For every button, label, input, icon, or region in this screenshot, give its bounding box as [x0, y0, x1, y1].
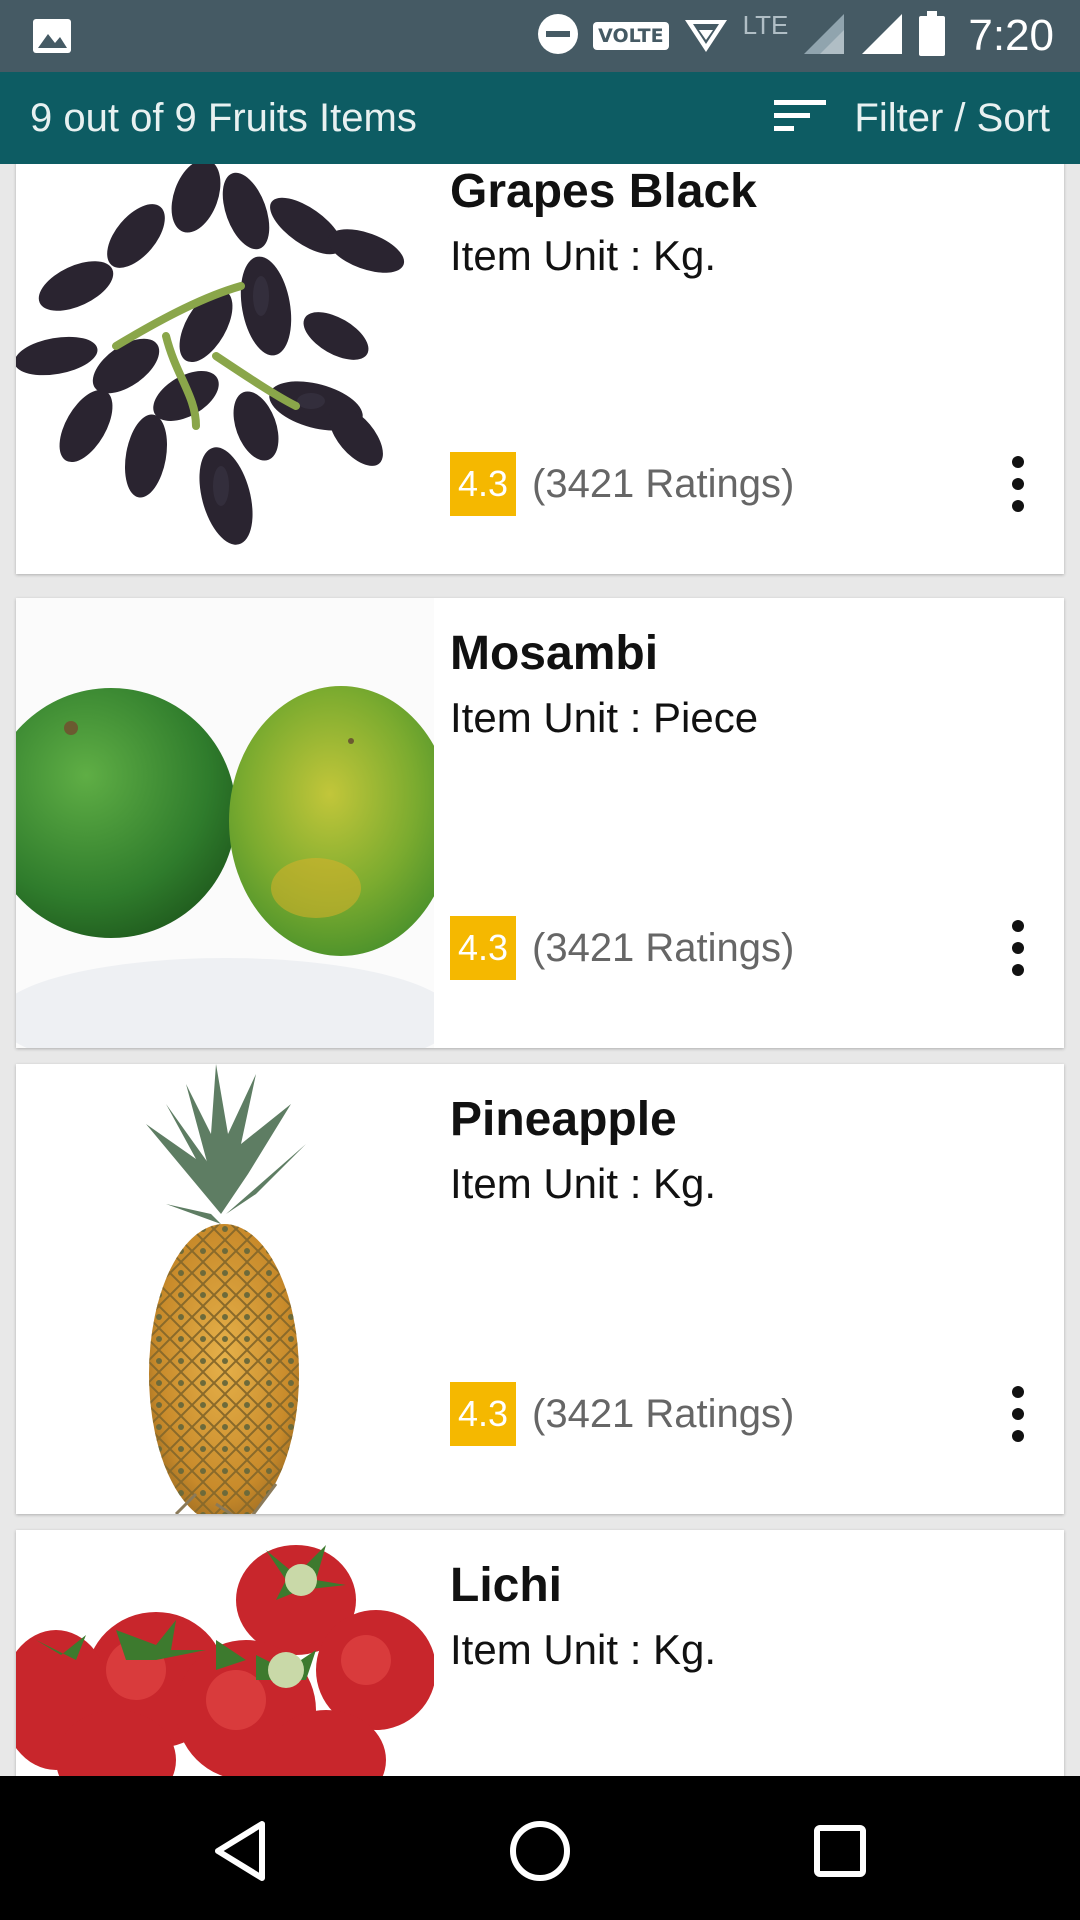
- status-bar: VOLTE LTE 7:20: [0, 0, 1080, 72]
- system-nav-bar: [0, 1776, 1080, 1920]
- cell-signal-full-icon: [860, 12, 904, 61]
- rating-badge: 4.3: [450, 1382, 516, 1446]
- ratings-count: (3421 Ratings): [532, 925, 795, 970]
- black-grapes-image: [16, 164, 434, 574]
- status-time: 7:20: [968, 11, 1054, 60]
- battery-icon: [918, 10, 946, 62]
- volte-icon: VOLTE: [593, 22, 669, 50]
- pineapple-image: [16, 1064, 434, 1514]
- mosambi-image: [16, 598, 434, 1048]
- more-options-icon[interactable]: [1006, 1386, 1030, 1442]
- app-bar: 9 out of 9 Fruits Items Filter / Sort: [0, 72, 1080, 164]
- filter-sort-button[interactable]: Filter / Sort: [772, 86, 1050, 150]
- product-image[interactable]: [16, 598, 434, 1048]
- item-name: Pineapple: [450, 1093, 677, 1146]
- item-unit: Item Unit : Kg.: [450, 1160, 717, 1207]
- do-not-disturb-icon: [537, 13, 579, 60]
- home-circle-icon[interactable]: [505, 1816, 575, 1886]
- list-item[interactable]: Pineapple Item Unit : Kg. 4.3 (3421 Rati…: [16, 1064, 1064, 1514]
- product-image[interactable]: [16, 164, 434, 574]
- recents-square-icon[interactable]: [805, 1816, 875, 1886]
- rating-row: 4.3 (3421 Ratings): [450, 452, 794, 516]
- rating-row: 4.3 (3421 Ratings): [450, 1382, 794, 1446]
- ratings-count: (3421 Ratings): [532, 461, 795, 506]
- product-image[interactable]: [16, 1064, 434, 1514]
- item-name: Mosambi: [450, 627, 659, 680]
- rating-row: 4.3 (3421 Ratings): [450, 916, 794, 980]
- image-icon: [32, 18, 72, 59]
- ratings-count: (3421 Ratings): [532, 1391, 795, 1436]
- filter-sort-label: Filter / Sort: [854, 95, 1050, 140]
- rating-badge: 4.3: [450, 916, 516, 980]
- item-unit: Item Unit : Kg.: [450, 1626, 717, 1673]
- lte-label: LTE: [742, 10, 789, 40]
- more-options-icon[interactable]: [1006, 920, 1030, 976]
- rating-badge: 4.3: [450, 452, 516, 516]
- more-options-icon[interactable]: [1006, 456, 1030, 512]
- fruit-list[interactable]: Grapes Black Item Unit : Kg. 4.3 (3421 R…: [0, 164, 1080, 1776]
- item-name: Lichi: [450, 1559, 563, 1612]
- cell-signal-icon: [802, 12, 846, 61]
- list-item[interactable]: Lichi Item Unit : Kg.: [16, 1530, 1064, 1776]
- product-image[interactable]: [16, 1530, 434, 1776]
- list-item[interactable]: Grapes Black Item Unit : Kg. 4.3 (3421 R…: [16, 164, 1064, 574]
- item-unit: Item Unit : Piece: [450, 694, 759, 741]
- list-item[interactable]: Mosambi Item Unit : Piece 4.3 (3421 Rati…: [16, 598, 1064, 1048]
- strawberries-image: [16, 1530, 434, 1776]
- item-name: Grapes Black: [450, 165, 757, 218]
- page-title: 9 out of 9 Fruits Items: [30, 96, 417, 140]
- sort-lines-icon: [772, 96, 828, 141]
- item-unit: Item Unit : Kg.: [450, 232, 717, 279]
- data-signal-icon: [683, 14, 729, 59]
- back-triangle-icon[interactable]: [206, 1816, 276, 1886]
